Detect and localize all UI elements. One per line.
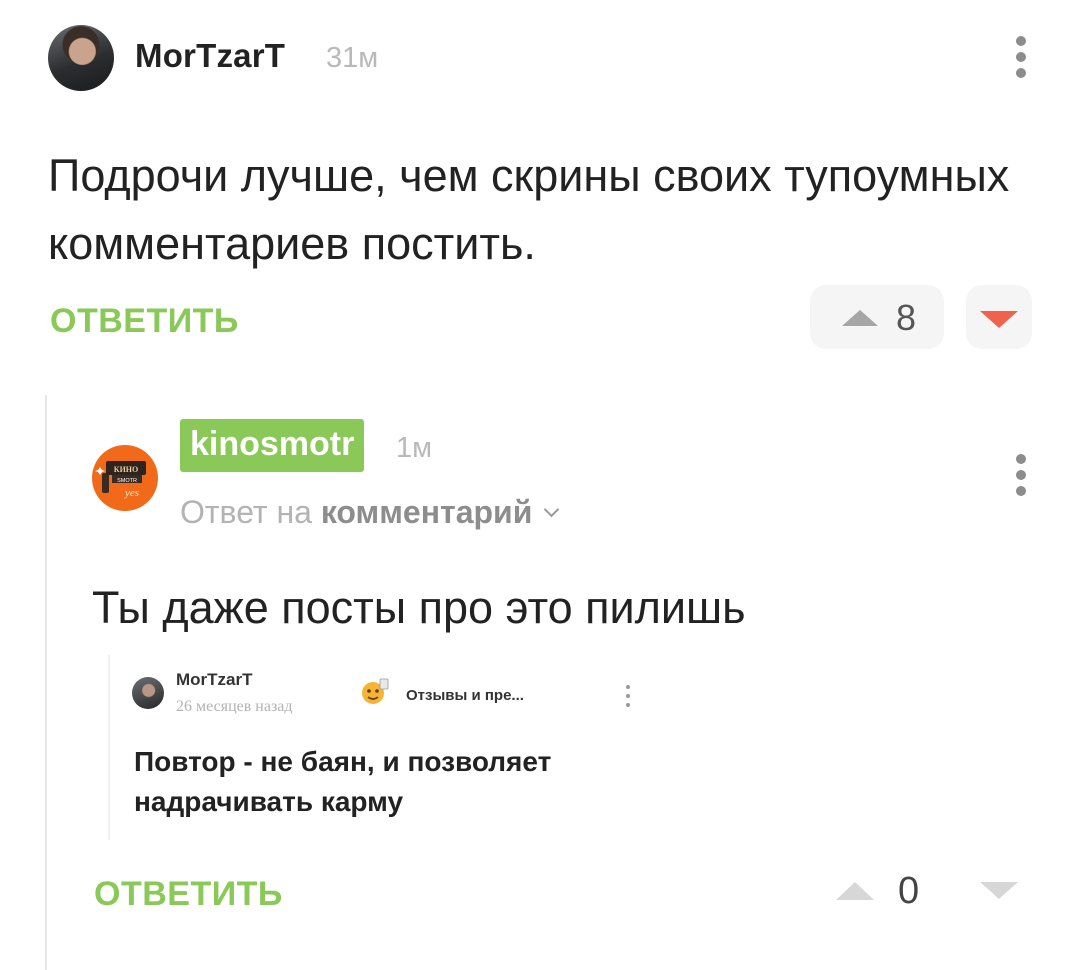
- downvote-button[interactable]: [980, 882, 1020, 902]
- svg-text:yes: yes: [124, 487, 139, 499]
- downvote-icon: [980, 311, 1018, 328]
- score: 8: [896, 297, 917, 338]
- author-avatar[interactable]: [48, 25, 114, 91]
- avatar-logo-text: КИНО: [114, 465, 138, 474]
- reply-text: Ты даже посты про это пилишь: [92, 582, 746, 633]
- upvote-button[interactable]: [836, 880, 874, 900]
- author-name[interactable]: MorTzarT: [135, 37, 285, 75]
- more-vertical-icon[interactable]: [1008, 34, 1034, 80]
- comment-time: 31м: [326, 42, 379, 74]
- thread-line: [45, 395, 47, 970]
- embedded-avatar: [132, 677, 164, 709]
- upvote-icon: [836, 882, 874, 900]
- embedded-time: 26 месяцев назад: [176, 698, 293, 715]
- embedded-community: Отзывы и пре...: [406, 687, 524, 704]
- reply-button[interactable]: ОТВЕТИТЬ: [94, 875, 283, 914]
- reply-author-name[interactable]: kinosmotr: [180, 419, 365, 472]
- reply-button[interactable]: ОТВЕТИТЬ: [50, 302, 239, 341]
- reply-author-avatar[interactable]: КИНО SMOTR yes: [92, 445, 158, 511]
- more-vertical-icon: [624, 683, 632, 709]
- downvote-icon: [980, 882, 1018, 899]
- chevron-down-icon[interactable]: [544, 501, 560, 518]
- upvote-button[interactable]: 8: [810, 285, 944, 349]
- embedded-post-title: Повтор - не баян, и позволяет надрачиват…: [134, 746, 552, 817]
- more-vertical-icon[interactable]: [1008, 452, 1034, 498]
- reply-to-prefix: Ответ на: [180, 494, 312, 530]
- embedded-screenshot[interactable]: MorTzarT 26 месяцев назад Отзывы и пре..…: [108, 655, 650, 840]
- upvote-icon: [842, 310, 878, 326]
- reply-time: 1м: [396, 432, 433, 464]
- reply-to-link[interactable]: Ответ на комментарий: [180, 494, 560, 531]
- svg-text:SMOTR: SMOTR: [117, 478, 137, 484]
- embedded-author: MorTzarT: [176, 670, 253, 689]
- comment-text: Подрочи лучше, чем скрины своих тупоумны…: [48, 150, 1010, 269]
- community-icon: [362, 678, 389, 704]
- score: 0: [898, 870, 920, 912]
- reply-to-target[interactable]: комментарий: [321, 494, 533, 530]
- downvote-button[interactable]: [966, 285, 1032, 349]
